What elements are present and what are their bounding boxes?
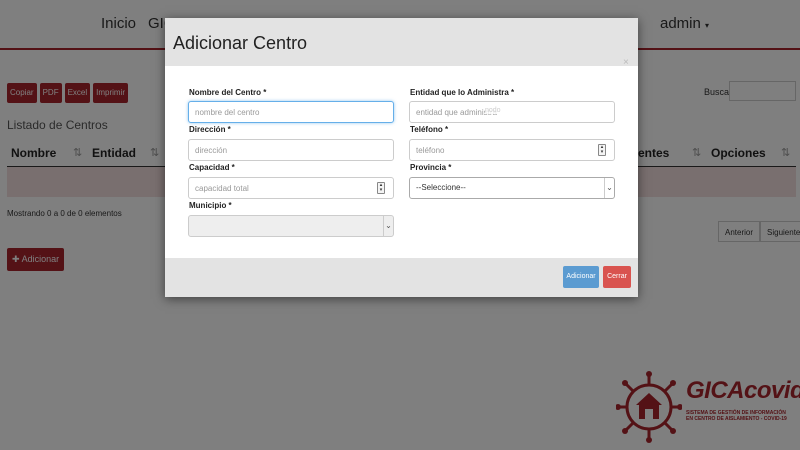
close-icon[interactable]: × <box>623 57 629 68</box>
capacidad-input[interactable] <box>188 177 394 199</box>
municipio-select[interactable]: ⌄ <box>188 215 394 237</box>
capacidad-label: Capacidad * <box>189 163 235 172</box>
dialog-header: Adicionar Centro × <box>165 18 638 68</box>
provincia-label: Provincia * <box>410 163 452 172</box>
dialog-footer: Adicionar Cerrar <box>165 258 638 297</box>
chevron-down-icon: ⌄ <box>604 178 614 198</box>
telefono-label: Teléfono * <box>410 125 449 134</box>
dialog-title: Adicionar Centro <box>173 33 308 53</box>
nombre-label: Nombre del Centro * <box>189 88 267 97</box>
telefono-input[interactable] <box>409 139 615 161</box>
capacidad-spinner[interactable]: ▴ ▾ <box>377 182 385 194</box>
submit-button[interactable]: Adicionar <box>563 266 599 288</box>
telefono-spinner[interactable]: ▴ ▾ <box>598 144 606 156</box>
direccion-label: Dirección * <box>189 125 231 134</box>
entidad-label: Entidad que lo Administra * <box>410 88 515 97</box>
provincia-select[interactable]: --Seleccione-- ⌄ <box>409 177 615 199</box>
direccion-input[interactable] <box>188 139 394 161</box>
provincia-selected: --Seleccione-- <box>416 183 466 192</box>
add-center-dialog: Adicionar Centro × Nombre del Centro * E… <box>165 18 638 297</box>
municipio-label: Municipio * <box>189 201 232 210</box>
nombre-input[interactable] <box>188 101 394 123</box>
chevron-down-icon: ⌄ <box>383 216 393 236</box>
cancel-button[interactable]: Cerrar <box>603 266 631 288</box>
autocomplete-hint: nodo <box>485 107 515 114</box>
